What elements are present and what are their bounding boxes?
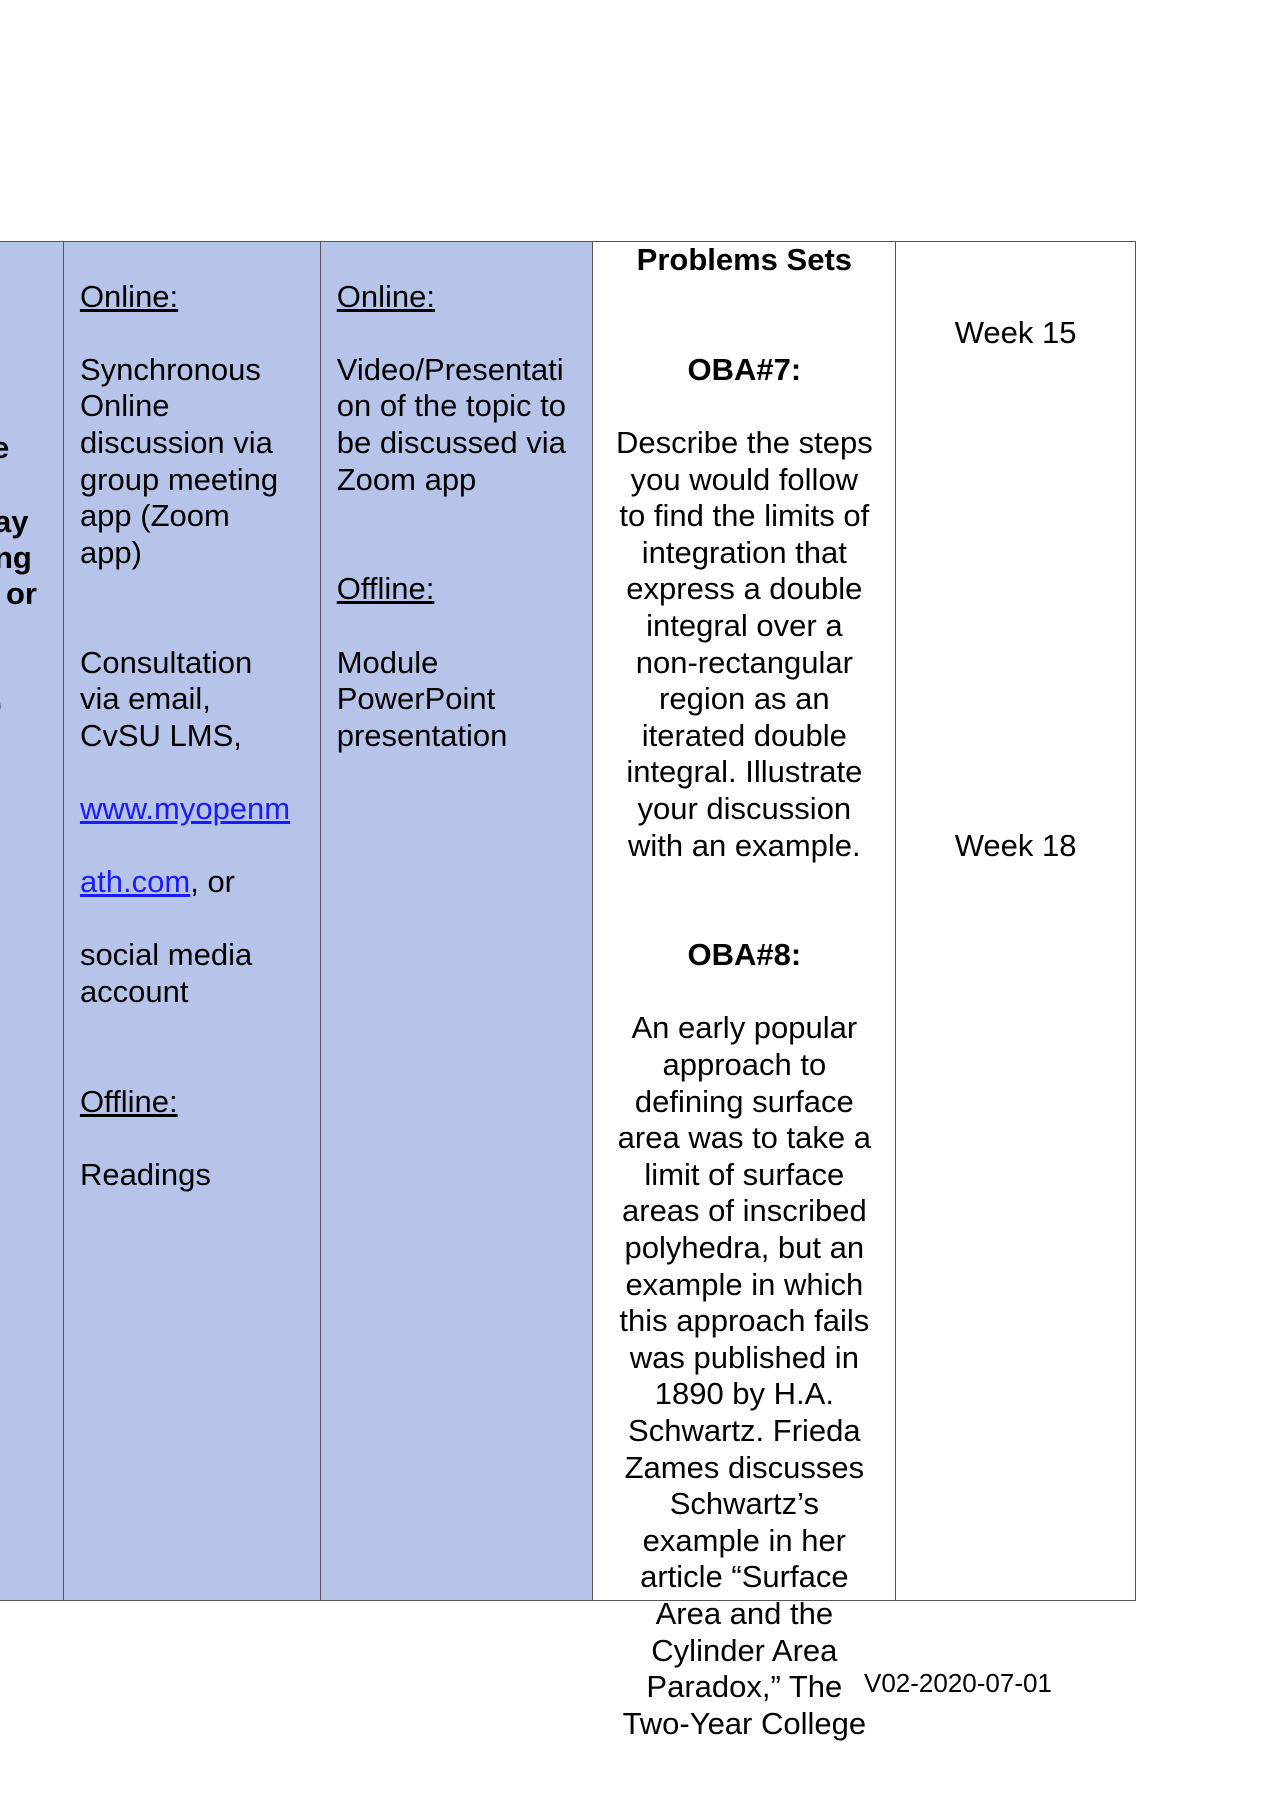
offline-activity-text: Readings — [79, 1156, 211, 1192]
cutoff-column: e ay ng or ) — [0, 242, 64, 1600]
consultation-tail: social media account — [79, 937, 253, 1009]
schedule-column: Week 15 Week 18 — [896, 242, 1135, 1600]
version-footer: V02-2020-07-01 — [864, 1668, 1052, 1698]
resources-column: Online: Video/Presentati on of the topic… — [320, 242, 594, 1600]
assessment-column: Problems Sets OBA#7: Describe the steps … — [593, 242, 897, 1741]
offline-label: Offline: — [336, 571, 435, 607]
link-suffix: , or — [190, 864, 236, 900]
oba7-label: OBA#7: — [687, 351, 802, 387]
cutoff-fragment: ay — [0, 504, 29, 539]
oba8-text: An early popular approach to defining su… — [617, 1010, 871, 1741]
week-15-label: Week 15 — [954, 315, 1077, 351]
cutoff-fragment: ) — [0, 686, 2, 722]
online-resource-text: Video/Presentati on of the topic to be d… — [336, 351, 566, 497]
offline-label: Offline: — [79, 1083, 178, 1119]
online-label: Online: — [79, 278, 179, 314]
cutoff-fragment: e — [0, 430, 9, 466]
cutoff-fragment: or — [6, 576, 37, 611]
consultation-text: Consultation via email, CvSU LMS, — [79, 644, 253, 753]
offline-resource-text: Module PowerPoint presentation — [336, 644, 508, 753]
online-activity-text: Synchronous Online discussion via group … — [79, 351, 279, 570]
online-label: Online: — [336, 278, 435, 314]
cutoff-fragment: ng — [0, 540, 32, 575]
document-page: e ay ng or ) Online: Synchronous Online … — [0, 0, 1273, 1800]
week-18-label: Week 18 — [954, 827, 1077, 863]
oba8-label: OBA#8: — [687, 937, 802, 973]
myopenmath-link[interactable]: www.myopenm — [80, 791, 290, 826]
oba7-text: Describe the steps you would follow to f… — [615, 424, 873, 863]
myopenmath-link-continued[interactable]: ath.com — [80, 864, 190, 899]
problem-sets-heading: Problems Sets — [636, 242, 853, 277]
learning-activities-column: Online: Synchronous Online discussion vi… — [63, 242, 321, 1600]
syllabus-table: e ay ng or ) Online: Synchronous Online … — [0, 241, 1136, 1741]
